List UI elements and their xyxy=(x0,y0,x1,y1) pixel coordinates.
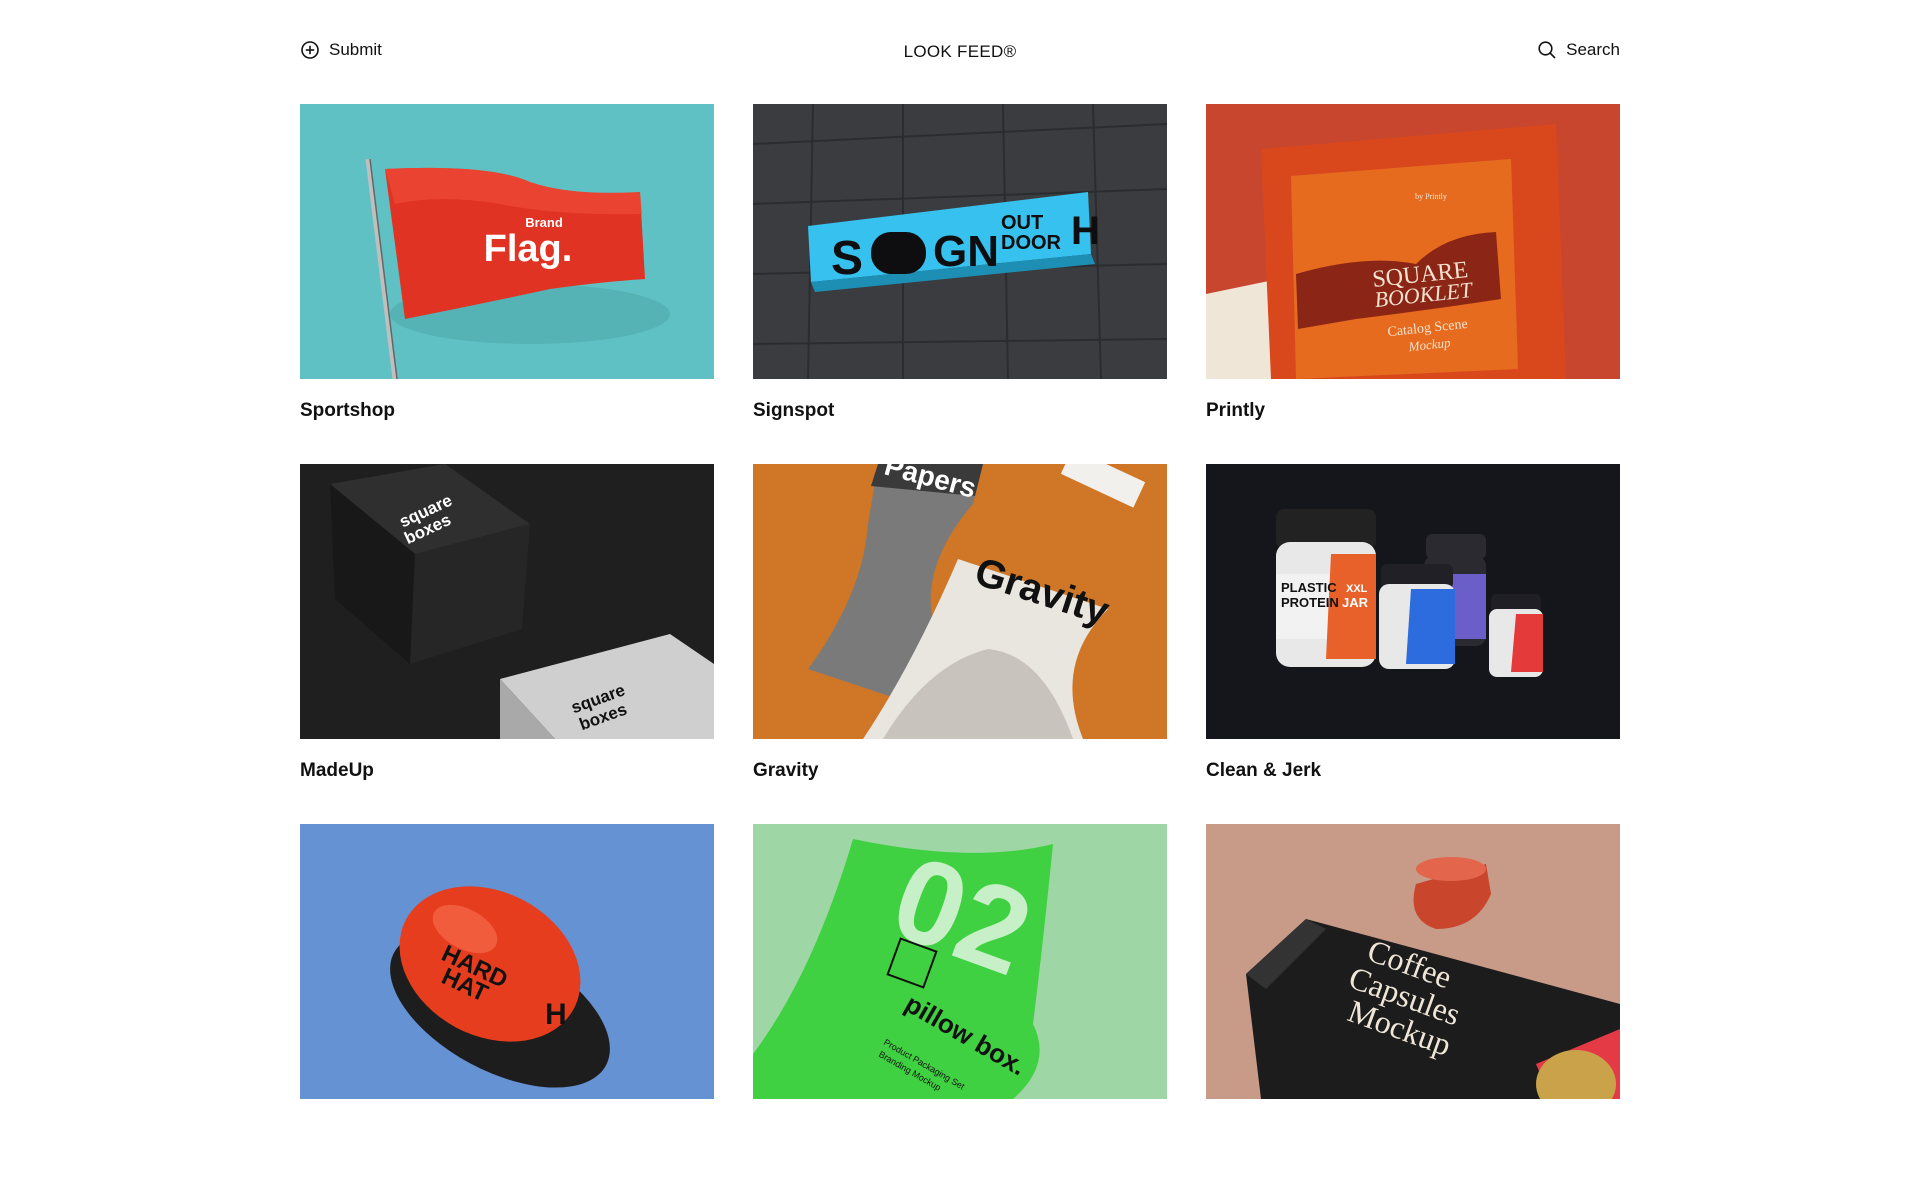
search-button[interactable]: Search xyxy=(1537,40,1620,60)
feed-card[interactable]: Coffee Capsules Mockup xyxy=(1206,824,1620,1184)
feed-card[interactable]: HARD HAT H xyxy=(300,824,714,1184)
card-title[interactable]: Sportshop xyxy=(300,400,714,422)
feed-card[interactable]: 02 pillow box. Product Packaging Set Bra… xyxy=(753,824,1167,1184)
svg-text:PROTEIN: PROTEIN xyxy=(1281,595,1339,610)
svg-text:by Printly: by Printly xyxy=(1415,192,1447,201)
card-thumbnail[interactable]: PLASTIC PROTEIN XXL JAR xyxy=(1206,464,1620,739)
top-bar: Submit LOOK FEED® Search xyxy=(300,0,1620,104)
card-thumbnail[interactable]: by Printly SQUARE BOOKLET Catalog Scene … xyxy=(1206,104,1620,379)
svg-text:S: S xyxy=(831,232,863,285)
search-label: Search xyxy=(1566,40,1620,59)
card-title[interactable]: Gravity xyxy=(753,760,1167,782)
svg-text:Flag.: Flag. xyxy=(484,228,573,270)
card-thumbnail[interactable]: HARD HAT H xyxy=(300,824,714,1099)
svg-text:H: H xyxy=(545,998,567,1031)
card-thumbnail[interactable]: Coffee Capsules Mockup xyxy=(1206,824,1620,1099)
card-thumbnail[interactable]: S GN OUT DOOR H xyxy=(753,104,1167,379)
site-logo[interactable]: LOOK FEED® xyxy=(300,42,1620,62)
card-thumbnail[interactable]: Brand Flag. xyxy=(300,104,714,379)
svg-text:GN: GN xyxy=(933,227,999,276)
feed-grid: Brand Flag. Sportshop S GN OUT DOOR H Si… xyxy=(300,104,1620,1184)
feed-card[interactable]: Brand Flag. Sportshop xyxy=(300,104,714,464)
card-title[interactable]: MadeUp xyxy=(300,760,714,782)
feed-card[interactable]: square boxes square boxes MadeUp xyxy=(300,464,714,824)
search-icon xyxy=(1537,40,1557,60)
card-thumbnail[interactable]: Papers Gravity xyxy=(753,464,1167,739)
svg-text:JAR: JAR xyxy=(1342,595,1369,610)
svg-text:OUT: OUT xyxy=(1001,212,1043,234)
card-title[interactable]: Printly xyxy=(1206,400,1620,422)
svg-text:DOOR: DOOR xyxy=(1001,232,1062,254)
card-title[interactable]: Clean & Jerk xyxy=(1206,760,1620,782)
feed-card[interactable]: by Printly SQUARE BOOKLET Catalog Scene … xyxy=(1206,104,1620,464)
svg-text:PLASTIC: PLASTIC xyxy=(1281,580,1337,595)
svg-text:H: H xyxy=(1071,209,1100,253)
card-title[interactable]: Signspot xyxy=(753,400,1167,422)
feed-card[interactable]: S GN OUT DOOR H Signspot xyxy=(753,104,1167,464)
card-thumbnail[interactable]: square boxes square boxes xyxy=(300,464,714,739)
feed-card[interactable]: Papers Gravity Gravity xyxy=(753,464,1167,824)
page: Submit LOOK FEED® Search Brand Flag. Spo… xyxy=(300,0,1620,1184)
card-thumbnail[interactable]: 02 pillow box. Product Packaging Set Bra… xyxy=(753,824,1167,1099)
svg-text:XXL: XXL xyxy=(1346,583,1368,595)
feed-card[interactable]: PLASTIC PROTEIN XXL JAR Clean & Jerk xyxy=(1206,464,1620,824)
